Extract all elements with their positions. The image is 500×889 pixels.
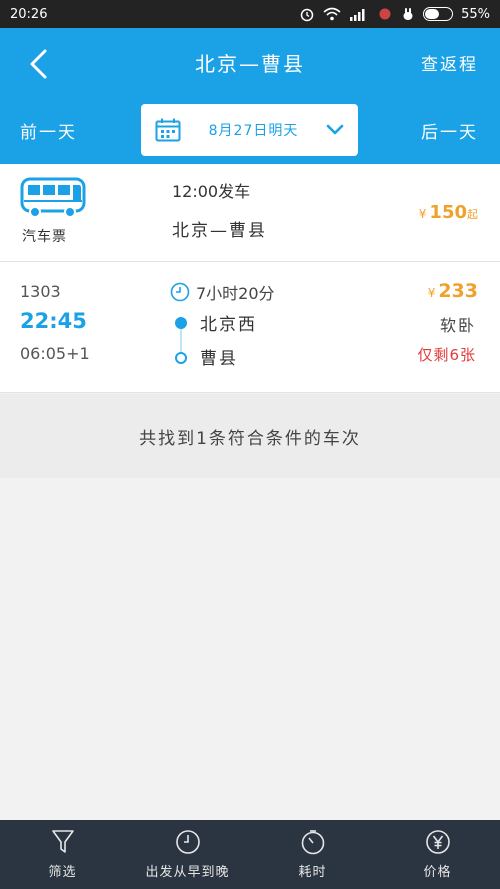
bottom-toolbar: 筛选 出发从早到晚 耗时 价格 bbox=[0, 820, 500, 889]
bus-ticket-label: 汽车票 bbox=[22, 229, 67, 245]
result-summary: 共找到1条符合条件的车次 bbox=[0, 394, 500, 478]
trip-duration: 7小时20分 bbox=[170, 280, 275, 304]
sort-departure-button[interactable]: 出发从早到晚 bbox=[125, 820, 250, 889]
yen-icon bbox=[425, 830, 450, 854]
departure-time: 22:45 bbox=[20, 309, 87, 333]
chevron-down-icon bbox=[326, 124, 344, 135]
filter-icon bbox=[51, 830, 74, 853]
app-notification-icon bbox=[379, 8, 391, 20]
status-time: 20:26 bbox=[10, 6, 48, 22]
return-trip-button[interactable]: 查返程 bbox=[421, 50, 478, 75]
bus-price: ¥150起 bbox=[419, 202, 478, 223]
filter-button[interactable]: 筛选 bbox=[0, 820, 125, 889]
clock-icon bbox=[170, 282, 190, 302]
sort-departure-label: 出发从早到晚 bbox=[145, 865, 230, 880]
destination-station: 曹县 bbox=[200, 349, 238, 369]
date-selector[interactable]: 8月27日明天 bbox=[141, 104, 358, 156]
sort-price-button[interactable]: 价格 bbox=[375, 820, 500, 889]
battery-icon bbox=[423, 7, 454, 21]
next-day-button[interactable]: 后一天 bbox=[421, 118, 478, 143]
empty-area bbox=[0, 478, 500, 820]
status-icons: 55% bbox=[299, 6, 490, 22]
bus-ticket-card[interactable]: 汽车票 12:00发车 北京—曹县 ¥150起 bbox=[0, 164, 500, 262]
timer-icon bbox=[301, 830, 324, 855]
bus-icon bbox=[20, 177, 86, 218]
bus-route: 北京—曹县 bbox=[172, 221, 267, 241]
train-result-card[interactable]: 1303 22:45 06:05+1 7小时20分 北京西 曹县 ¥233 软卧… bbox=[0, 262, 500, 393]
clock-icon bbox=[175, 830, 200, 854]
bus-price-suffix: 起 bbox=[467, 208, 478, 221]
alarm-icon bbox=[300, 8, 314, 22]
wifi-icon bbox=[323, 7, 341, 21]
train-price-symbol: ¥ bbox=[427, 286, 436, 300]
train-price-value: 233 bbox=[438, 280, 478, 302]
sort-duration-button[interactable]: 耗时 bbox=[250, 820, 375, 889]
battery-fill bbox=[425, 9, 440, 19]
battery-percent: 55% bbox=[461, 6, 490, 22]
calendar-icon bbox=[155, 118, 181, 142]
filter-label: 筛选 bbox=[48, 865, 77, 880]
date-label: 8月27日明天 bbox=[208, 123, 299, 139]
train-price: ¥233 bbox=[428, 280, 478, 302]
seat-type: 软卧 bbox=[439, 316, 476, 335]
status-bar: 20:26 55% bbox=[0, 0, 500, 28]
header: 北京—曹县 查返程 前一天 8月27日明天 后一天 bbox=[0, 28, 500, 164]
prev-day-button[interactable]: 前一天 bbox=[20, 118, 77, 143]
rabbit-icon bbox=[403, 8, 413, 20]
destination-dot bbox=[175, 352, 187, 364]
bus-price-symbol: ¥ bbox=[418, 207, 427, 221]
arrival-time: 06:05+1 bbox=[20, 344, 90, 363]
origin-station: 北京西 bbox=[200, 315, 257, 335]
sort-price-label: 价格 bbox=[423, 865, 452, 880]
duration-text: 7小时20分 bbox=[196, 284, 275, 303]
signal-icon bbox=[350, 9, 365, 21]
train-number: 1303 bbox=[20, 282, 61, 301]
origin-dot bbox=[175, 317, 187, 329]
bus-departure-time: 12:00发车 bbox=[172, 182, 251, 201]
remaining-tickets: 仅剩6张 bbox=[417, 346, 476, 364]
sort-duration-label: 耗时 bbox=[298, 865, 327, 880]
bus-price-value: 150 bbox=[429, 202, 467, 223]
